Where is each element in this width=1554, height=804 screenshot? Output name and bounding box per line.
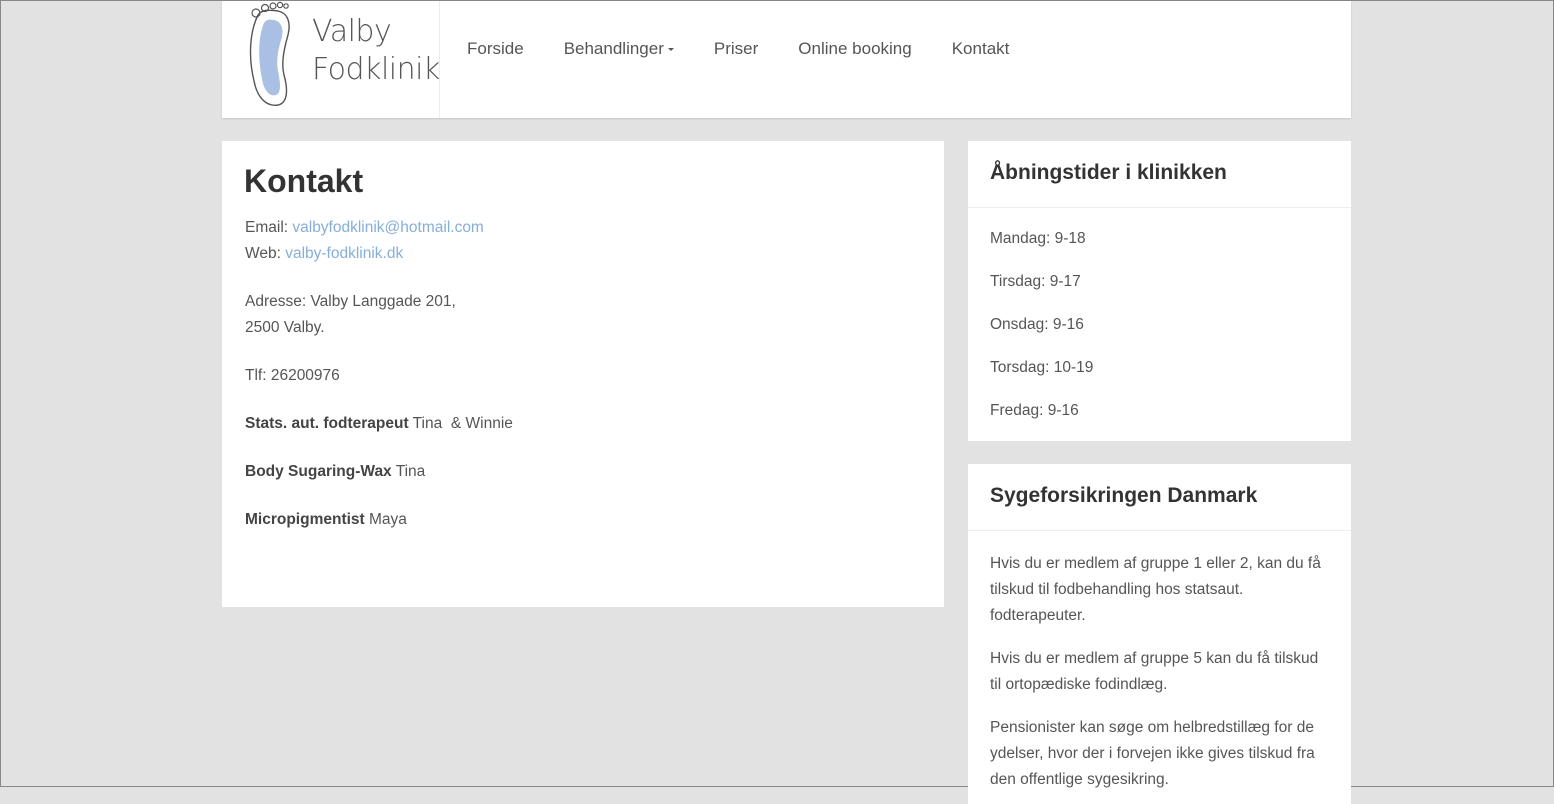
staff-names: Tina & Winnie [408,415,513,432]
staff-role: Micropigmentist [245,511,365,528]
insurance-body: Hvis du er medlem af gruppe 1 eller 2, k… [968,531,1351,793]
logo-line1: Valby [312,14,392,49]
nav-item-online-booking[interactable]: Online booking [798,39,911,59]
list-item: Onsdag: 9-16 [990,316,1084,333]
staff-role: Body Sugaring-Wax [245,463,392,480]
widget-title: Sygeforsikringen Danmark [968,464,1351,531]
staff-names: Tina [391,463,426,480]
site-header: Valby Fodklinik Forside Behandlinger Pri… [222,1,1351,118]
logo-text: Valby Fodklinik [312,13,440,89]
contact-body: Email: valbyfodklinik@hotmail.com Web: v… [245,215,925,555]
page-title: Kontakt [244,163,364,199]
insurance-paragraph: Hvis du er medlem af gruppe 5 kan du få … [990,650,1319,693]
email-link[interactable]: valbyfodklinik@hotmail.com [292,219,483,236]
address-line2: 2500 Valby. [245,319,325,336]
widget-title: Åbningstider i klinikken [968,141,1351,208]
foot-logo-icon [249,1,290,106]
main-nav: Forside Behandlinger Priser Online booki… [467,39,1049,59]
list-item: Fredag: 9-16 [990,402,1079,419]
nav-item-kontakt[interactable]: Kontakt [952,39,1010,59]
staff-sugaring: Body Sugaring-Wax Tina [245,459,925,485]
address-line1: Adresse: Valby Langgade 201, [245,293,456,310]
nav-item-priser[interactable]: Priser [714,39,758,59]
insurance-paragraph: Hvis du er medlem af gruppe 1 eller 2, k… [990,555,1321,624]
staff-names: Maya [364,511,407,528]
staff-fodterapeut: Stats. aut. fodterapeut Tina & Winnie [245,411,925,437]
web-link[interactable]: valby-fodklinik.dk [285,245,403,262]
insurance-widget: Sygeforsikringen Danmark Hvis du er medl… [968,464,1351,804]
list-item: Mandag: 9-18 [990,230,1086,247]
list-item: Tirsdag: 9-17 [990,273,1081,290]
logo-line2: Fodklinik [312,52,440,87]
web-label: Web: [245,245,286,262]
logo[interactable]: Valby Fodklinik [222,1,440,118]
address: Adresse: Valby Langgade 201, 2500 Valby. [245,289,925,341]
chevron-down-icon [667,48,674,52]
contact-links: Email: valbyfodklinik@hotmail.com Web: v… [245,215,925,267]
opening-hours-widget: Åbningstider i klinikken Mandag: 9-18 Ti… [968,141,1351,441]
contact-panel: Kontakt Email: valbyfodklinik@hotmail.co… [222,141,944,607]
list-item: Torsdag: 10-19 [990,359,1094,376]
nav-item-behandlinger[interactable]: Behandlinger [564,39,674,59]
nav-item-forside[interactable]: Forside [467,39,524,59]
staff-role: Stats. aut. fodterapeut [245,415,409,432]
phone: Tlf: 26200976 [245,367,340,384]
insurance-paragraph: Pensionister kan søge om helbredstillæg … [990,719,1315,788]
email-label: Email: [245,219,293,236]
hours-list: Mandag: 9-18 Tirsdag: 9-17 Onsdag: 9-16 … [968,208,1351,441]
nav-item-behandlinger-label: Behandlinger [563,39,664,58]
staff-micropigmentist: Micropigmentist Maya [245,507,925,533]
